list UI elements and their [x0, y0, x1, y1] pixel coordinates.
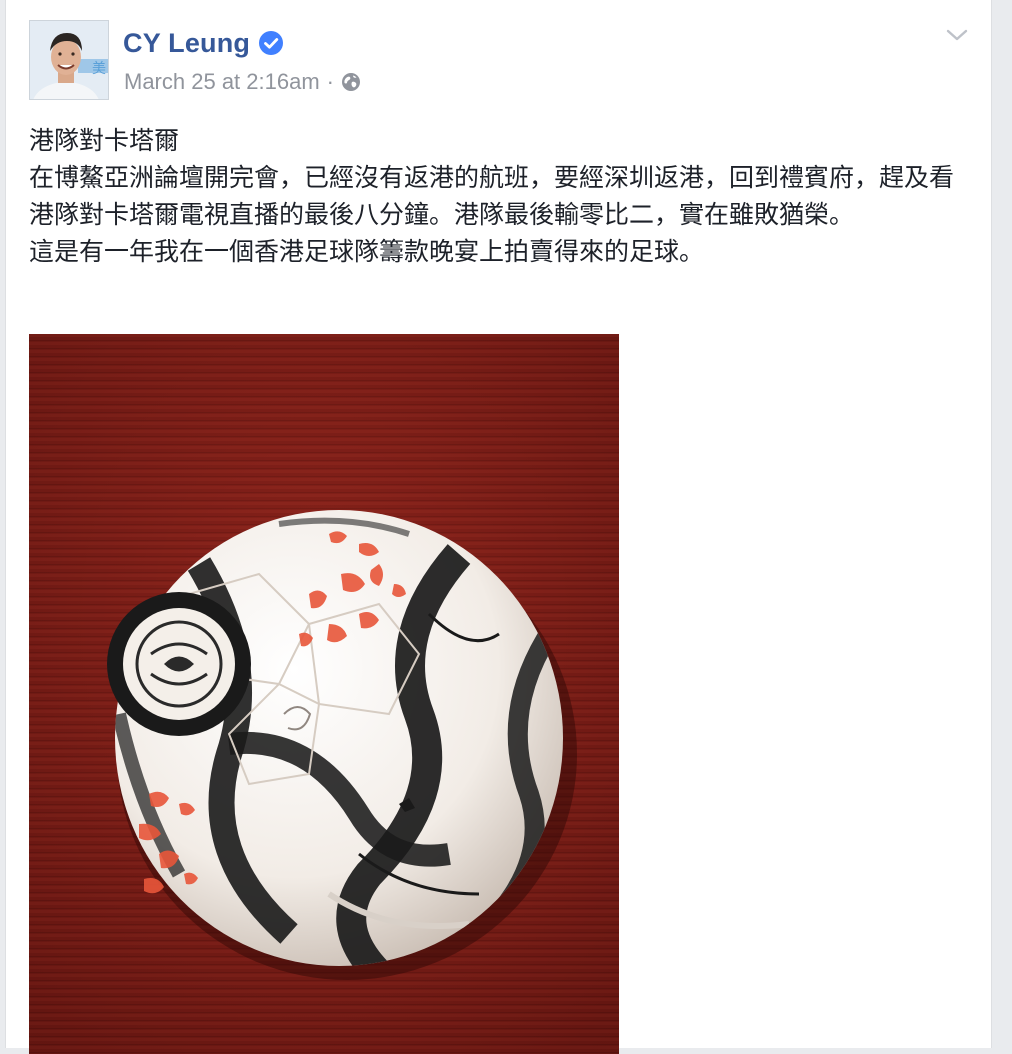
- post-options-chevron-icon[interactable]: [945, 25, 969, 45]
- post-body-text: 港隊對卡塔爾 在博鰲亞洲論壇開完會，已經沒有返港的航班，要經深圳返港，回到禮賓府…: [29, 122, 974, 270]
- avatar-photo: 美: [30, 21, 108, 99]
- svg-text:美: 美: [92, 61, 106, 77]
- author-name-link[interactable]: CY Leung: [123, 26, 250, 60]
- post-text-line: 在博鰲亞洲論壇開完會，已經沒有返港的航班，要經深圳返港，回到禮賓府，趕及看港隊對…: [29, 163, 955, 229]
- post-text-line: 這是有一年我在一個香港足球隊籌款晚宴上拍賣得來的足球。: [29, 237, 705, 266]
- football-photo-image: [29, 334, 619, 1054]
- globe-icon[interactable]: [341, 72, 361, 92]
- post-timestamp-link[interactable]: March 25 at 2:16am: [124, 69, 320, 95]
- post-card: 美 CY Leung March 25 at 2:16am · 港隊對卡塔爾 在…: [5, 0, 992, 1054]
- post-meta: March 25 at 2:16am ·: [124, 67, 361, 97]
- author-avatar[interactable]: 美: [29, 20, 109, 100]
- author-row: CY Leung: [123, 26, 284, 60]
- post-photo[interactable]: [29, 334, 619, 1054]
- verified-badge-icon: [258, 30, 284, 56]
- meta-separator: ·: [326, 69, 334, 94]
- post-text-line: 港隊對卡塔爾: [29, 126, 180, 155]
